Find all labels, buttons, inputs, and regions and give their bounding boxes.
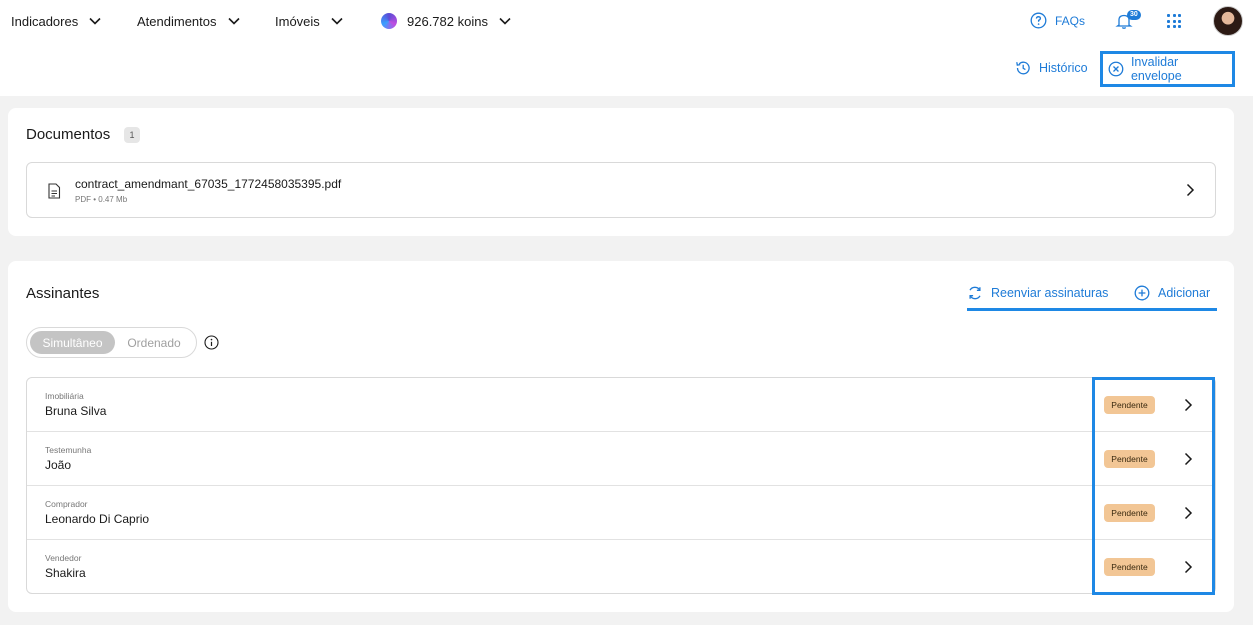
- chevron-right-icon: [1184, 560, 1193, 574]
- question-circle-icon: [1030, 12, 1047, 29]
- status-badge: Pendente: [1104, 396, 1155, 414]
- chevron-down-icon: [331, 17, 343, 25]
- chevron-down-icon: [227, 17, 240, 25]
- resend-signatures-button[interactable]: Reenviar assinaturas: [967, 285, 1108, 301]
- signer-name: João: [45, 458, 72, 472]
- nav-imoveis-label: Imóveis: [275, 13, 320, 29]
- documents-title: Documentos: [26, 126, 111, 143]
- chevron-right-icon: [1184, 506, 1193, 520]
- nav-indicadores-label: Indicadores: [11, 13, 79, 29]
- koins-balance: 926.782 koins: [407, 13, 488, 29]
- signer-name: Bruna Silva: [45, 404, 107, 418]
- apps-grid-icon[interactable]: [1167, 14, 1181, 28]
- chevron-down-icon: [499, 17, 511, 25]
- signers-title: Assinantes: [26, 285, 100, 302]
- nav-atendimentos[interactable]: Atendimentos: [137, 12, 241, 30]
- document-name: contract_amendmant_67035_1772458035395.p…: [75, 177, 342, 191]
- chevron-right-icon: [1184, 398, 1193, 412]
- signers-list: Imobiliária Bruna Silva Pendente Testemu…: [26, 377, 1216, 594]
- signer-name: Leonardo Di Caprio: [45, 512, 150, 526]
- resend-label: Reenviar assinaturas: [991, 286, 1109, 300]
- invalidar-label: Invalidar envelope: [1130, 55, 1182, 83]
- signer-role: Vendedor: [45, 553, 82, 563]
- signer-role: Testemunha: [45, 445, 92, 455]
- nav-indicadores[interactable]: Indicadores: [11, 12, 102, 30]
- signer-role: Comprador: [45, 499, 88, 509]
- invalidar-envelope-button[interactable]: Invalidar envelope: [1100, 51, 1235, 87]
- refresh-icon: [969, 286, 981, 300]
- notifications-button[interactable]: 30: [1115, 10, 1141, 32]
- info-icon[interactable]: [204, 335, 219, 350]
- close-circle-icon: [1108, 61, 1124, 77]
- historico-label: Histórico: [1039, 61, 1088, 75]
- koin-logo-icon: [381, 13, 397, 29]
- top-bar: Indicadores Atendimentos Imóveis 926.782…: [0, 0, 1253, 96]
- nav-atendimentos-label: Atendimentos: [137, 13, 217, 29]
- signing-mode-toggle: Simultâneo Ordenado: [26, 327, 197, 358]
- documents-card: Documentos 1 contract_amendmant_67035_17…: [8, 108, 1234, 236]
- faq-label: FAQs: [1055, 13, 1086, 28]
- plus-circle-icon: [1134, 285, 1150, 301]
- signer-name: Shakira: [45, 566, 86, 580]
- add-label: Adicionar: [1158, 286, 1211, 300]
- koins-menu[interactable]: 926.782 koins: [381, 12, 512, 30]
- document-row[interactable]: contract_amendmant_67035_1772458035395.p…: [26, 162, 1216, 218]
- notifications-badge: 30: [1127, 10, 1141, 20]
- faq-link[interactable]: FAQs: [1030, 12, 1085, 29]
- chevron-right-icon: [1186, 183, 1195, 197]
- mode-ordenado[interactable]: Ordenado: [115, 331, 193, 354]
- historico-button[interactable]: Histórico: [1015, 60, 1088, 76]
- nav-imoveis[interactable]: Imóveis: [275, 12, 344, 30]
- signer-row[interactable]: Testemunha João Pendente: [27, 432, 1215, 486]
- status-badge: Pendente: [1104, 558, 1155, 576]
- signers-card: Assinantes Reenviar assinaturas Adiciona…: [8, 261, 1234, 612]
- chevron-down-icon: [89, 17, 101, 25]
- signer-role: Imobiliária: [45, 391, 84, 401]
- history-icon: [1016, 61, 1030, 75]
- status-badge: Pendente: [1104, 450, 1155, 468]
- document-meta: PDF • 0.47 Mb: [75, 195, 128, 204]
- signer-row[interactable]: Vendedor Shakira Pendente: [27, 540, 1215, 594]
- file-icon: [48, 183, 61, 199]
- mode-simultaneo[interactable]: Simultâneo: [30, 331, 115, 354]
- signer-row[interactable]: Imobiliária Bruna Silva Pendente: [27, 378, 1215, 432]
- documents-count-badge: 1: [124, 127, 140, 143]
- status-badge: Pendente: [1104, 504, 1155, 522]
- signers-actions: Reenviar assinaturas Adicionar: [967, 283, 1217, 311]
- add-signer-button[interactable]: Adicionar: [1134, 285, 1210, 301]
- user-avatar[interactable]: [1213, 6, 1243, 36]
- chevron-right-icon: [1184, 452, 1193, 466]
- signer-row[interactable]: Comprador Leonardo Di Caprio Pendente: [27, 486, 1215, 540]
